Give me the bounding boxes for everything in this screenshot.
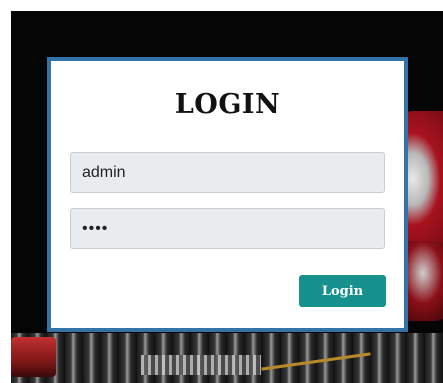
login-button[interactable]: Login: [299, 275, 386, 307]
login-card: LOGIN Login: [47, 57, 408, 332]
engine-red-block: [11, 337, 56, 377]
engine-chrome-rail: [141, 355, 261, 375]
password-input[interactable]: [70, 208, 385, 249]
username-input[interactable]: [70, 152, 385, 193]
login-title: LOGIN: [174, 89, 281, 120]
login-page: LOGIN Login: [0, 0, 443, 383]
